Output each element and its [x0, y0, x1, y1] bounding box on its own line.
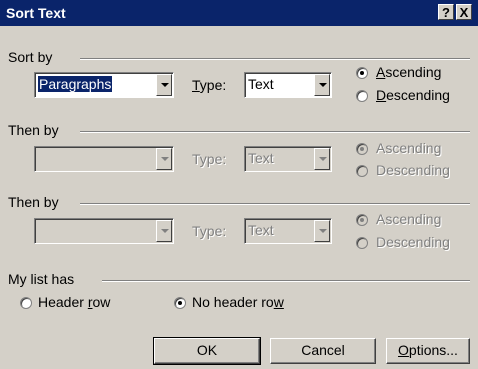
close-icon: X [459, 5, 469, 20]
sort-by-ascending-radio[interactable] [356, 67, 368, 79]
chevron-down-icon[interactable] [314, 220, 330, 242]
chevron-down-icon[interactable] [314, 148, 330, 170]
then-by-1-descending-radio[interactable] [356, 165, 368, 177]
then-by-1-descending-label: Descending [376, 162, 450, 178]
then-by-2-type-value: Text [248, 222, 274, 238]
sort-by-type-select[interactable]: Text [244, 72, 332, 98]
then-by-1-divider [80, 131, 470, 133]
no-header-row-radio[interactable] [174, 297, 186, 309]
sort-by-descending-label: Descending [376, 87, 450, 103]
sort-by-field-select[interactable]: Paragraphs [34, 72, 174, 98]
then-by-1-type-value: Text [248, 150, 274, 166]
sort-by-type-label: Type: [192, 77, 227, 93]
then-by-2-ascending-radio[interactable] [356, 214, 368, 226]
sort-by-ascending-label: Ascending [376, 64, 442, 80]
then-by-2-label: Then by [8, 194, 59, 210]
sort-by-descending-radio[interactable] [356, 90, 368, 102]
then-by-2-divider [80, 203, 470, 205]
cancel-button[interactable]: Cancel [270, 338, 376, 364]
header-row-label: Header row [38, 294, 111, 310]
then-by-1-ascending-label: Ascending [376, 140, 442, 156]
sort-by-divider [80, 58, 470, 60]
no-header-row-label: No header row [192, 294, 284, 310]
dialog-title: Sort Text [6, 5, 66, 21]
help-icon: ? [442, 5, 450, 20]
header-row-radio[interactable] [20, 297, 32, 309]
ok-button[interactable]: OK [153, 337, 261, 365]
chevron-down-icon[interactable] [314, 74, 330, 96]
sort-by-field-value: Paragraphs [38, 76, 113, 92]
my-list-has-label: My list has [8, 271, 75, 287]
then-by-2-descending-radio[interactable] [356, 237, 368, 249]
then-by-2-type-label: Type: [192, 223, 227, 239]
help-button[interactable]: ? [438, 4, 454, 20]
sort-by-type-value: Text [248, 76, 274, 92]
then-by-1-label: Then by [8, 122, 59, 138]
then-by-1-field-select[interactable] [34, 146, 174, 172]
my-list-has-divider [102, 280, 470, 282]
then-by-1-ascending-radio[interactable] [356, 143, 368, 155]
then-by-1-type-label: Type: [192, 151, 227, 167]
options-button[interactable]: Options... [386, 338, 470, 364]
then-by-2-descending-label: Descending [376, 234, 450, 250]
chevron-down-icon[interactable] [156, 74, 172, 96]
sort-by-label: Sort by [8, 49, 53, 65]
title-bar: Sort Text ? X [0, 0, 478, 26]
sort-text-dialog: Sort Text ? X Sort by Paragraphs Type: T… [0, 0, 478, 369]
then-by-2-type-select[interactable]: Text [244, 218, 332, 244]
then-by-2-ascending-label: Ascending [376, 211, 442, 227]
then-by-1-type-select[interactable]: Text [244, 146, 332, 172]
chevron-down-icon[interactable] [156, 148, 172, 170]
close-button[interactable]: X [456, 4, 472, 20]
chevron-down-icon[interactable] [156, 220, 172, 242]
then-by-2-field-select[interactable] [34, 218, 174, 244]
